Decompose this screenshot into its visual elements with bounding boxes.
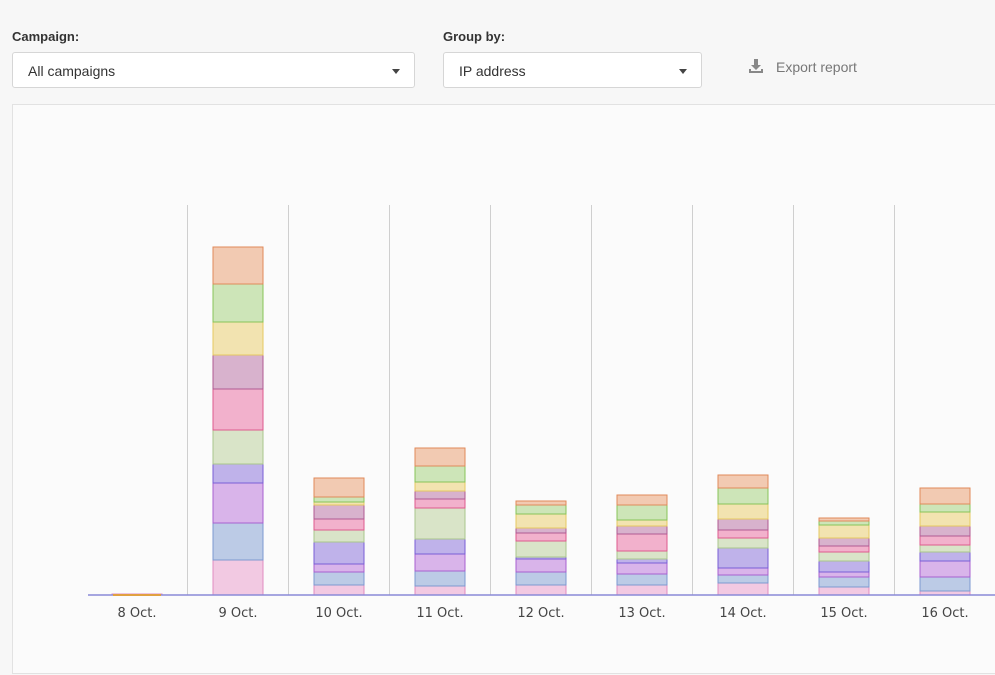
bar-segment [616, 494, 668, 506]
bar-segment [616, 519, 668, 527]
bar-segment [818, 517, 870, 522]
bar-segment [414, 538, 466, 555]
bar-segment [414, 507, 466, 540]
bar-segment [515, 513, 567, 529]
bar-segment [414, 465, 466, 483]
group-by-filter-label: Group by: [443, 29, 506, 44]
bar-segment [414, 498, 466, 509]
bar-segment [515, 584, 567, 596]
bar-segment [818, 520, 870, 526]
x-tick-label: 10 Oct. [315, 606, 362, 621]
bar-segment [313, 477, 365, 498]
bar-segment [515, 558, 567, 573]
bar-segment [919, 576, 971, 592]
bar-segment [212, 482, 264, 524]
x-tick-label: 14 Oct. [719, 606, 766, 621]
bar-segment [414, 585, 466, 596]
chevron-down-icon [679, 69, 687, 74]
bar-segment [212, 463, 264, 484]
bar-segment [616, 573, 668, 586]
bar-segment [818, 545, 870, 553]
bar-segment [919, 525, 971, 537]
bar-segment [212, 559, 264, 596]
campaign-filter-label: Campaign: [12, 29, 80, 44]
bar-segment [414, 481, 466, 492]
bar-segment [212, 429, 264, 465]
bar-segment [515, 504, 567, 515]
bar-segment [919, 551, 971, 562]
bar-segment [717, 529, 769, 539]
x-tick-label: 8 Oct. [117, 606, 156, 621]
bar-segment [212, 522, 264, 561]
bar-segment [313, 584, 365, 596]
bar-segment [616, 533, 668, 552]
bar-segment [515, 527, 567, 534]
bar-segment [313, 496, 365, 503]
chart-panel: 8 Oct. 9 Oct. 10 Oct. 11 Oct. 12 Oct. 13 Oct.… [12, 104, 995, 674]
bar-segment [414, 447, 466, 467]
bar-segment [919, 535, 971, 546]
bar-segment [616, 558, 668, 564]
bar-segment [414, 553, 466, 572]
bar-segment [414, 570, 466, 587]
bar-segment [717, 574, 769, 584]
bar-segment [717, 582, 769, 596]
bar-segment [212, 354, 264, 390]
bar-segment [616, 525, 668, 535]
bar-segment [919, 503, 971, 513]
stacked-bar-chart: 8 Oct. 9 Oct. 10 Oct. 11 Oct. 12 Oct. 13 Oct.… [88, 205, 995, 621]
campaign-select[interactable]: All campaigns [12, 52, 415, 88]
bar-segment [717, 518, 769, 531]
x-tick-label: 9 Oct. [218, 606, 257, 621]
bar-segment [212, 321, 264, 356]
download-icon [749, 59, 763, 73]
group-by-select-value: IP address [459, 63, 526, 79]
bar-segment [919, 544, 971, 553]
bar-segment [717, 487, 769, 505]
bar-segment [818, 576, 870, 588]
campaign-select-value: All campaigns [28, 63, 116, 79]
x-tick-label: 15 Oct. [820, 606, 867, 621]
x-tick-label: 11 Oct. [416, 606, 463, 621]
bar-segment [818, 571, 870, 578]
bar-segment [616, 550, 668, 560]
bar-segment [919, 487, 971, 505]
bar-segment [313, 571, 365, 586]
bar-segment [818, 537, 870, 547]
bar-segment [717, 503, 769, 520]
bar-segment [616, 504, 668, 521]
bar-segment [616, 584, 668, 596]
x-tick-label: 16 Oct. [921, 606, 968, 621]
bar-segment [717, 474, 769, 489]
bar-segment [818, 560, 870, 573]
bar-segment [515, 540, 567, 558]
bar-segment [818, 586, 870, 596]
chevron-down-icon [392, 69, 400, 74]
export-report-button[interactable]: Export report [731, 48, 875, 86]
bar-segment [818, 524, 870, 539]
bar-segment [616, 562, 668, 575]
bar-segment [717, 567, 769, 576]
group-by-select[interactable]: IP address [443, 52, 702, 88]
bar-segment [515, 532, 567, 542]
bar-segment [313, 541, 365, 565]
bar-segment [313, 518, 365, 531]
x-tick-label: 12 Oct. [517, 606, 564, 621]
bar-segment [313, 504, 365, 520]
bar-segment [515, 500, 567, 506]
bar-segment [717, 537, 769, 549]
bar-segment [515, 571, 567, 586]
bar-segment [717, 547, 769, 569]
bar-segment [212, 283, 264, 323]
bar-segment [212, 388, 264, 431]
bar-segment [919, 511, 971, 527]
bar-segment [414, 490, 466, 500]
bar-segment [313, 563, 365, 573]
bar-segment [212, 246, 264, 285]
bar-segment [313, 529, 365, 543]
export-report-label: Export report [776, 59, 857, 75]
x-tick-label: 13 Oct. [618, 606, 665, 621]
bar-segment [818, 551, 870, 562]
bar-segment [919, 560, 971, 578]
